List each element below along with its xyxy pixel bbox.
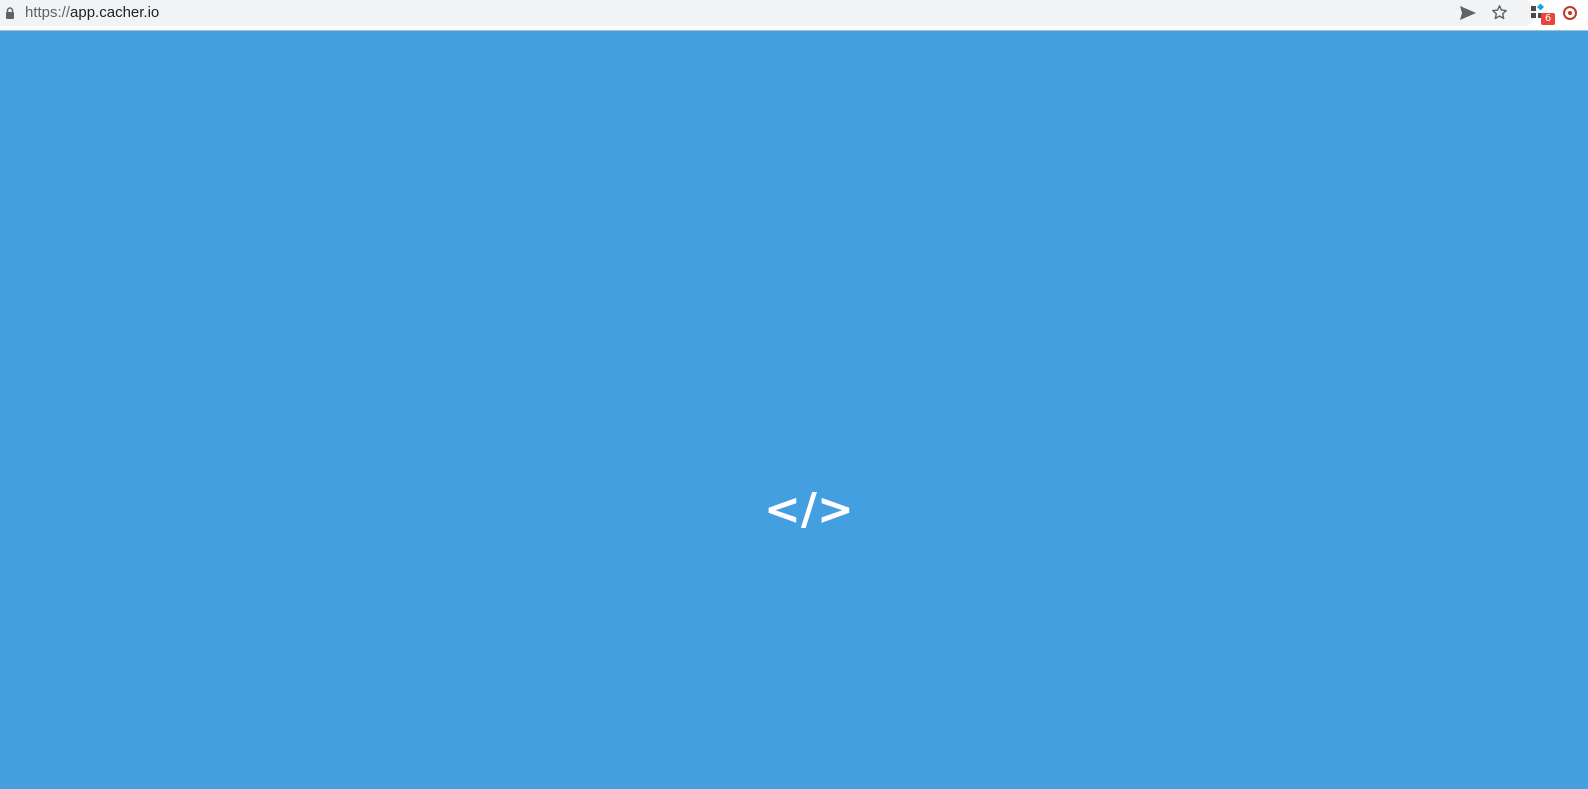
- send-icon[interactable]: [1459, 5, 1477, 21]
- star-icon[interactable]: [1491, 4, 1508, 21]
- extension-icon[interactable]: 6: [1530, 3, 1555, 27]
- url-scheme: https://: [25, 4, 71, 21]
- app-loading-screen: </>: [0, 31, 1588, 789]
- second-extension-icon[interactable]: [1562, 5, 1578, 21]
- url-host: app.cacher.io: [70, 4, 160, 21]
- browser-toolbar: https://app.cacher.io 6: [0, 0, 1588, 31]
- lock-icon[interactable]: [5, 7, 15, 19]
- address-bar[interactable]: https://app.cacher.io: [0, 0, 1536, 26]
- app-logo: </>: [764, 484, 854, 535]
- extension-badge: 6: [1541, 13, 1555, 25]
- url-text[interactable]: https://app.cacher.io: [25, 4, 159, 22]
